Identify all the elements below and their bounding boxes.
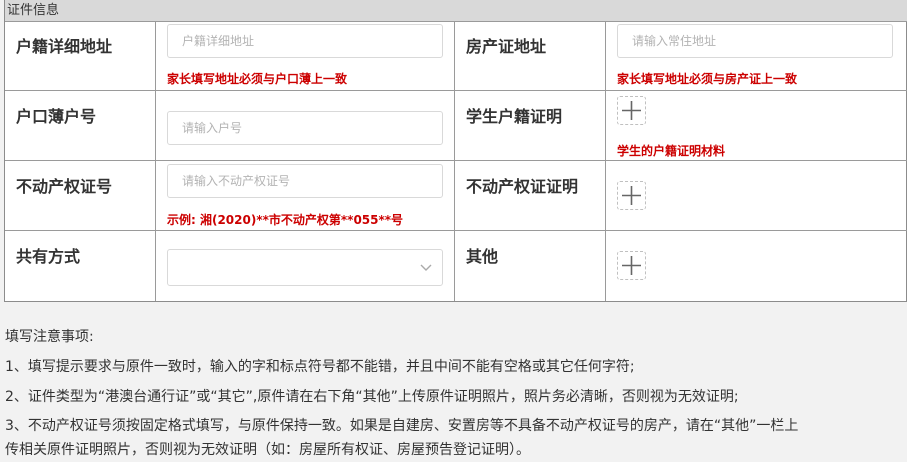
ownership-label: 共有方式 xyxy=(16,247,81,266)
property-cert-proof-label: 不动产权证证明 xyxy=(466,177,579,196)
row-divider xyxy=(5,230,907,231)
student-hukou-upload-button[interactable] xyxy=(617,96,646,125)
row-divider xyxy=(5,160,907,161)
notes-item: 传相关原件证明照片，否则视为无效证明（如：房屋所有权证、房屋预告登记证明）。 xyxy=(5,442,530,458)
property-cert-upload-button[interactable] xyxy=(617,181,646,210)
notes-item: 1、填写提示要求与原件一致时，输入的字和标点符号都不能错，并且中间不能有空格或其… xyxy=(5,359,635,375)
column-divider xyxy=(605,22,606,301)
address-label: 户籍详细地址 xyxy=(16,37,113,56)
hukou-no-label: 户口薄户号 xyxy=(16,107,97,126)
column-divider xyxy=(454,22,455,301)
section-header: 证件信息 xyxy=(5,0,907,22)
plus-icon xyxy=(622,101,641,120)
student-hukou-proof-hint: 学生的户籍证明材料 xyxy=(617,144,726,158)
property-address-input[interactable]: 请输入常住地址 xyxy=(617,24,893,58)
plus-icon xyxy=(622,186,641,205)
property-address-hint: 家长填写地址必须与房产证上一致 xyxy=(617,72,798,86)
property-cert-no-hint: 示例: 湘(2020)**市不动产权第**055**号 xyxy=(167,213,404,227)
column-divider xyxy=(155,22,156,301)
document-info-form: 证件信息 户籍详细地址 户籍详细地址 家长填写地址必须与户口薄上一致 房产证地址… xyxy=(4,0,907,302)
row-divider xyxy=(5,90,907,91)
address-hint: 家长填写地址必须与户口薄上一致 xyxy=(167,72,348,86)
student-hukou-proof-label: 学生户籍证明 xyxy=(466,107,563,126)
ownership-select[interactable] xyxy=(167,249,443,286)
notes-title: 填写注意事项: xyxy=(5,329,94,345)
property-cert-no-input[interactable]: 请输入不动产权证号 xyxy=(167,164,443,198)
address-input[interactable]: 户籍详细地址 xyxy=(167,24,443,58)
notes-item: 3、不动产权证号须按固定格式填写，与原件保持一致。如果是自建房、安置房等不具备不… xyxy=(5,418,799,434)
property-address-label: 房产证地址 xyxy=(466,37,547,56)
notes-item: 2、证件类型为“港澳台通行证”或“其它”,原件请在右下角“其他”上传原件证明照片… xyxy=(5,389,739,405)
other-label: 其他 xyxy=(466,247,499,266)
property-cert-no-label: 不动产权证号 xyxy=(16,177,113,196)
chevron-down-icon xyxy=(420,264,432,271)
plus-icon xyxy=(622,256,641,275)
hukou-no-input[interactable]: 请输入户号 xyxy=(167,111,443,145)
other-upload-button[interactable] xyxy=(617,251,646,280)
